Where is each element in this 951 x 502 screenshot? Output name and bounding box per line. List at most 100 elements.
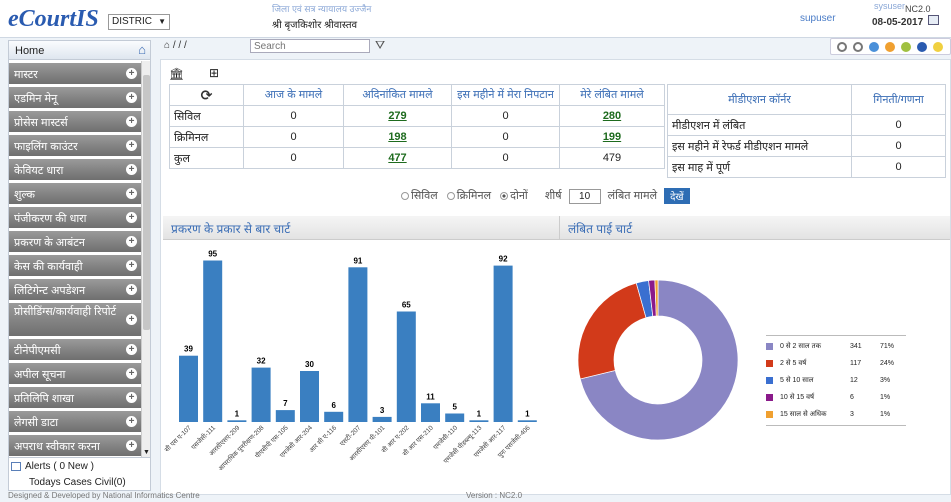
sidebar-item[interactable]: अपील सूचना + (9, 363, 150, 384)
refresh-icon[interactable]: ⟳ (169, 84, 244, 106)
expand-plus-icon[interactable]: + (126, 116, 137, 127)
sidebar-item-label: प्रोसीडिंग्स/कार्यवाही रिपोर्ट (14, 306, 117, 318)
top-count-input[interactable]: 10 (568, 188, 601, 204)
bar-value-label: 39 (184, 345, 193, 354)
bar-value-label: 91 (353, 256, 362, 265)
radio-both[interactable] (500, 192, 509, 201)
top-label: शीर्ष (544, 190, 562, 202)
scroll-down-icon[interactable]: ▼ (142, 449, 150, 456)
show-button[interactable]: देखें (664, 188, 690, 205)
search-input[interactable] (250, 39, 370, 53)
col-disposed: इस महीने में मेरा निपटान (451, 84, 560, 106)
network-icon[interactable]: ⊞ (209, 66, 219, 80)
bar[interactable] (300, 371, 319, 422)
pending-link[interactable]: 199 (603, 131, 621, 143)
expand-plus-icon[interactable]: + (126, 314, 137, 325)
filter-icon[interactable]: ⛛ (375, 38, 385, 53)
count-header: गिनती/गणना (851, 84, 946, 115)
court-icon[interactable]: 🏛 (169, 67, 184, 81)
expand-plus-icon[interactable]: + (126, 92, 137, 103)
bar[interactable] (348, 267, 368, 422)
court-name: जिला एवं सत्र न्यायालय उज्जैन (272, 4, 372, 14)
theme-dot[interactable] (901, 42, 911, 52)
legend-item[interactable]: 15 साल से अधिक 3 1% (766, 406, 906, 423)
theme-selector (830, 38, 951, 55)
sidebar-item[interactable]: प्रतिलिपि शाखा + (9, 387, 150, 408)
expand-plus-icon[interactable]: + (126, 392, 137, 403)
undated-link[interactable]: 279 (388, 110, 406, 122)
pending-link[interactable]: 280 (603, 110, 621, 122)
expand-plus-icon[interactable]: + (126, 416, 137, 427)
user-name[interactable]: supuser (800, 13, 836, 24)
table-row: कुल 0 477 0 479 (169, 147, 665, 169)
expand-plus-icon[interactable]: + (126, 236, 137, 247)
pie-slice[interactable] (577, 282, 647, 380)
bar[interactable] (493, 265, 513, 422)
bar[interactable] (275, 410, 295, 422)
cell-disposed: 0 (451, 126, 560, 148)
expand-plus-icon[interactable]: + (126, 284, 137, 295)
legend-item[interactable]: 5 से 10 साल 12 3% (766, 372, 906, 389)
bar[interactable] (421, 403, 440, 422)
legend-item[interactable]: 0 से 2 साल तक 341 71% (766, 338, 906, 355)
theme-dot[interactable] (853, 42, 863, 52)
theme-dot[interactable] (917, 42, 927, 52)
sidebar-scrollbar[interactable]: ▼ (141, 61, 150, 457)
sidebar-item[interactable]: प्रोसीडिंग्स/कार्यवाही रिपोर्ट + (9, 303, 150, 336)
sidebar-item[interactable]: लिटिगेन्ट अपडेशन + (9, 279, 150, 300)
establishment-select[interactable]: DISTRIC ▼ (108, 14, 170, 30)
bar-value-label: 65 (402, 301, 411, 310)
theme-dot[interactable] (869, 42, 879, 52)
bar[interactable] (251, 367, 271, 422)
expand-plus-icon[interactable]: + (126, 68, 137, 79)
cell-disposed: 0 (451, 105, 560, 127)
bar[interactable] (227, 420, 247, 422)
sidebar-item-label: लिटिगेन्ट अपडेशन (14, 285, 86, 297)
expand-plus-icon[interactable]: + (126, 164, 137, 175)
sidebar-item[interactable]: अपराध स्वीकार करना + (9, 435, 150, 456)
radio-civil[interactable] (401, 192, 409, 201)
sidebar-item[interactable]: फाइलिंग काउंटर + (9, 135, 150, 156)
theme-dot[interactable] (837, 42, 847, 52)
home-icon[interactable]: ⌂ (138, 42, 146, 57)
sidebar-item[interactable]: पंजीकरण की धारा + (9, 207, 150, 228)
theme-dot[interactable] (933, 42, 943, 52)
expand-plus-icon[interactable]: + (126, 260, 137, 271)
sidebar-home[interactable]: Home ⌂ (9, 41, 150, 60)
theme-dot[interactable] (885, 42, 895, 52)
legend-item[interactable]: 10 से 15 वर्ष 6 1% (766, 389, 906, 406)
bar[interactable] (203, 260, 223, 423)
expand-plus-icon[interactable]: + (126, 212, 137, 223)
sidebar-item[interactable]: शुल्क + (9, 183, 150, 204)
undated-link[interactable]: 477 (388, 152, 406, 164)
expand-plus-icon[interactable]: + (126, 440, 137, 451)
bar[interactable] (372, 416, 392, 422)
calendar-icon[interactable] (928, 15, 939, 25)
bar[interactable] (324, 411, 344, 422)
legend-item[interactable]: 2 से 5 वर्ष 117 24% (766, 355, 906, 372)
scrollbar-thumb[interactable] (143, 75, 150, 330)
todays-cases-link[interactable]: Todays Cases Civil(0) (29, 477, 126, 488)
sidebar-item[interactable]: मास्टर + (9, 63, 150, 84)
expand-plus-icon[interactable]: + (126, 344, 137, 355)
sidebar-item[interactable]: प्रकरण के आबंटन + (9, 231, 150, 252)
undated-link[interactable]: 198 (388, 131, 406, 143)
alerts-link[interactable]: Alerts ( 0 New ) (11, 461, 94, 472)
sidebar-item[interactable]: एडमिन मेनू + (9, 87, 150, 108)
bar[interactable] (396, 311, 416, 423)
bar-value-label: 5 (452, 403, 457, 412)
sidebar-item[interactable]: प्रोसेस मास्टर्स + (9, 111, 150, 132)
bar[interactable] (517, 420, 537, 422)
expand-plus-icon[interactable]: + (126, 188, 137, 199)
bar[interactable] (445, 413, 465, 423)
radio-criminal[interactable] (446, 192, 455, 201)
expand-plus-icon[interactable]: + (126, 368, 137, 379)
bar[interactable] (469, 420, 489, 422)
home-icon[interactable]: ⌂ (164, 40, 170, 51)
expand-plus-icon[interactable]: + (126, 140, 137, 151)
sidebar-item[interactable]: लेगसी डाटा + (9, 411, 150, 432)
sidebar-item[interactable]: केवियट धारा + (9, 159, 150, 180)
bar[interactable] (179, 355, 198, 422)
sidebar-item[interactable]: टीनेपीएमसी + (9, 339, 150, 360)
sidebar-item[interactable]: केस की कार्यवाही + (9, 255, 150, 276)
